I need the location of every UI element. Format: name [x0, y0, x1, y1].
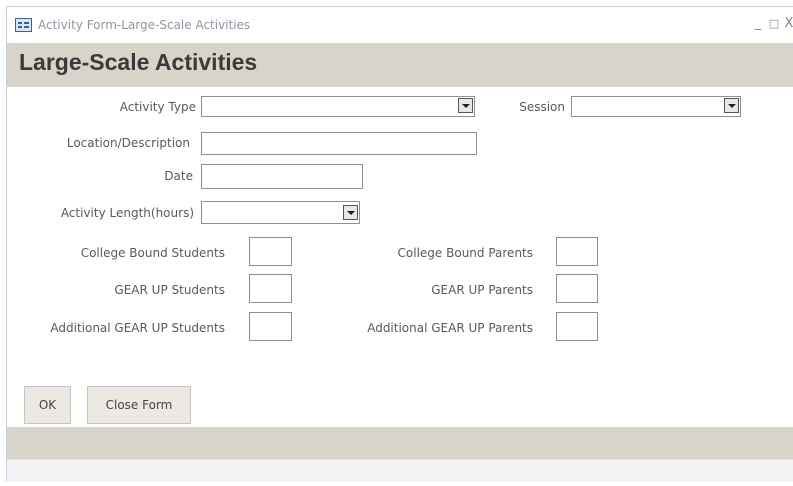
status-bar	[7, 459, 793, 482]
location-input[interactable]	[201, 132, 477, 155]
activity-length-dropdown-icon[interactable]	[343, 205, 358, 220]
form-heading: Large-Scale Activities	[19, 49, 258, 75]
activity-type-dropdown-icon[interactable]	[458, 98, 473, 113]
gear-up-students-input[interactable]	[249, 274, 292, 303]
form-footer	[7, 427, 793, 459]
session-combo[interactable]	[571, 96, 741, 117]
college-bound-students-input[interactable]	[249, 237, 292, 266]
college-bound-parents-input[interactable]	[556, 237, 598, 266]
gear-up-students-label: GEAR UP Students	[114, 283, 225, 297]
additional-gear-up-students-input[interactable]	[249, 312, 292, 341]
form-header: Large-Scale Activities	[7, 43, 793, 87]
window-title: Activity Form-Large-Scale Activities	[38, 18, 251, 32]
ok-button[interactable]: OK	[24, 386, 71, 424]
gear-up-parents-input[interactable]	[556, 274, 598, 303]
minimize-button[interactable]: _	[751, 15, 765, 33]
activity-length-combo[interactable]	[201, 201, 360, 224]
college-bound-parents-label: College Bound Parents	[397, 246, 533, 260]
close-window-button[interactable]: X	[782, 15, 793, 33]
maximize-button[interactable]: □	[767, 15, 781, 33]
date-input[interactable]	[201, 164, 363, 189]
date-label: Date	[164, 169, 193, 183]
session-label: Session	[519, 100, 565, 114]
gear-up-parents-label: GEAR UP Parents	[431, 283, 533, 297]
additional-gear-up-parents-input[interactable]	[556, 312, 598, 341]
activity-type-label: Activity Type	[119, 100, 196, 114]
form-window: Activity Form-Large-Scale Activities _ □…	[6, 6, 793, 482]
close-form-button[interactable]: Close Form	[87, 386, 191, 424]
location-label: Location/Description	[66, 136, 190, 150]
session-dropdown-icon[interactable]	[724, 98, 739, 113]
additional-gear-up-parents-label: Additional GEAR UP Parents	[367, 321, 533, 335]
additional-gear-up-students-label: Additional GEAR UP Students	[50, 321, 225, 335]
title-bar: Activity Form-Large-Scale Activities _ □…	[7, 7, 793, 43]
activity-length-label: Activity Length(hours)	[60, 206, 194, 220]
activity-type-combo[interactable]	[201, 96, 475, 117]
college-bound-students-label: College Bound Students	[80, 246, 225, 260]
form-icon	[15, 18, 32, 32]
